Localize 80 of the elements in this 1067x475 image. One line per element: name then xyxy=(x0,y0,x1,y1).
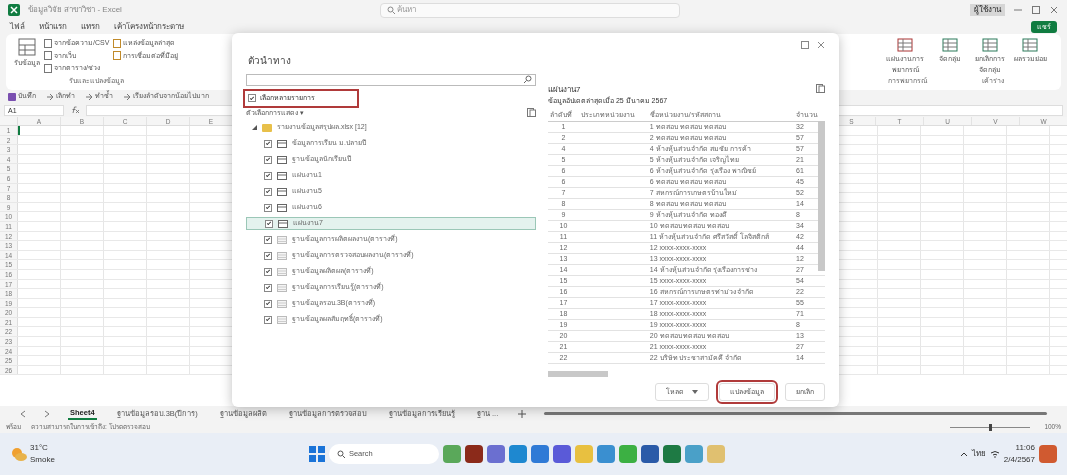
table-icon xyxy=(277,299,287,308)
search-icon xyxy=(336,450,345,458)
table-icon xyxy=(277,251,287,260)
preview-title: แผ่นงาน7 xyxy=(548,84,582,96)
checkbox[interactable] xyxy=(264,203,272,212)
sheet-icon xyxy=(278,219,288,228)
checkbox[interactable] xyxy=(264,299,272,308)
maximize-icon[interactable] xyxy=(801,41,809,49)
table-icon xyxy=(277,267,287,276)
search-icon xyxy=(386,6,395,14)
sheet-icon xyxy=(277,155,287,164)
ribbon-tab[interactable]: เค้าโครงหน้ากระดาษ xyxy=(114,21,184,33)
app-icon[interactable] xyxy=(552,445,571,463)
checkbox[interactable] xyxy=(264,187,272,196)
weather-icon xyxy=(10,446,28,462)
sheet-icon xyxy=(277,203,287,212)
checkbox[interactable] xyxy=(264,315,272,324)
arrow-icon xyxy=(85,92,93,101)
document-icon[interactable] xyxy=(527,107,536,117)
table-icon xyxy=(897,38,913,52)
app-icon[interactable] xyxy=(530,445,549,463)
ribbon-tab[interactable]: ไฟล์ xyxy=(10,21,25,33)
slider-thumb[interactable] xyxy=(988,423,992,431)
checkbox[interactable] xyxy=(264,283,272,292)
checkbox[interactable] xyxy=(264,235,272,244)
scroll-right-icon[interactable] xyxy=(44,409,50,418)
folder-icon xyxy=(262,123,272,132)
table-icon xyxy=(277,283,287,292)
caret-icon[interactable] xyxy=(692,389,698,394)
table-icon xyxy=(982,38,998,52)
maximize-icon[interactable] xyxy=(1031,5,1041,15)
start-icon[interactable] xyxy=(308,446,325,462)
checkbox[interactable] xyxy=(264,267,272,276)
save-icon xyxy=(8,92,16,101)
window-title: ข้อมูลวิจัย สาขาวิชา - Excel xyxy=(28,4,122,16)
function-icon xyxy=(70,106,80,114)
weather-text: Smoke xyxy=(30,454,55,466)
account-name: ผู้ใช้งาน xyxy=(970,4,1005,16)
app-icon[interactable] xyxy=(640,445,659,463)
table-icon xyxy=(277,315,287,324)
chevron-up-icon[interactable] xyxy=(959,451,968,457)
arrow-icon xyxy=(123,92,131,101)
ribbon-tab[interactable]: แทรก xyxy=(81,21,100,33)
table-icon xyxy=(1022,38,1038,52)
spreadsheet-icon xyxy=(8,4,20,16)
arrow-icon xyxy=(46,92,54,101)
horizontal-scrollbar[interactable] xyxy=(548,370,608,377)
checkbox[interactable] xyxy=(265,219,273,228)
sheet-icon xyxy=(277,187,287,196)
vertical-scrollbar[interactable] xyxy=(818,120,825,271)
table-icon xyxy=(277,235,287,244)
language-indicator[interactable]: ไทย xyxy=(971,448,986,460)
close-icon[interactable] xyxy=(817,41,825,49)
clock-time[interactable]: 11:06 xyxy=(1003,442,1035,454)
horizontal-scrollbar[interactable] xyxy=(544,412,1047,415)
sheet-icon xyxy=(277,171,287,180)
search-icon xyxy=(524,75,532,83)
clock-date[interactable]: 2/4/2567 xyxy=(1003,454,1035,466)
checkbox[interactable] xyxy=(264,155,272,164)
checkbox[interactable] xyxy=(264,171,272,180)
scroll-left-icon[interactable] xyxy=(20,409,26,418)
table-icon xyxy=(18,38,36,56)
app-icon[interactable] xyxy=(508,445,527,463)
sheet-icon xyxy=(277,139,287,148)
checkbox[interactable] xyxy=(248,94,256,103)
temperature: 31°C xyxy=(30,442,49,454)
checkbox[interactable] xyxy=(264,251,272,260)
app-icon[interactable] xyxy=(486,445,505,463)
document-icon[interactable] xyxy=(816,84,825,93)
wifi-icon[interactable] xyxy=(989,450,1000,458)
search-placeholder: ค้นหา xyxy=(396,4,416,16)
app-icon[interactable] xyxy=(464,445,483,463)
plus-icon[interactable] xyxy=(518,409,527,418)
close-icon[interactable] xyxy=(1049,5,1059,15)
table-icon xyxy=(942,38,958,52)
search-field[interactable] xyxy=(246,74,536,86)
checkbox[interactable] xyxy=(264,139,272,148)
dialog-title: ตัวนำทาง xyxy=(248,54,292,68)
ribbon-tab[interactable]: หน้าแรก xyxy=(39,21,67,33)
app-icon[interactable] xyxy=(662,445,681,463)
